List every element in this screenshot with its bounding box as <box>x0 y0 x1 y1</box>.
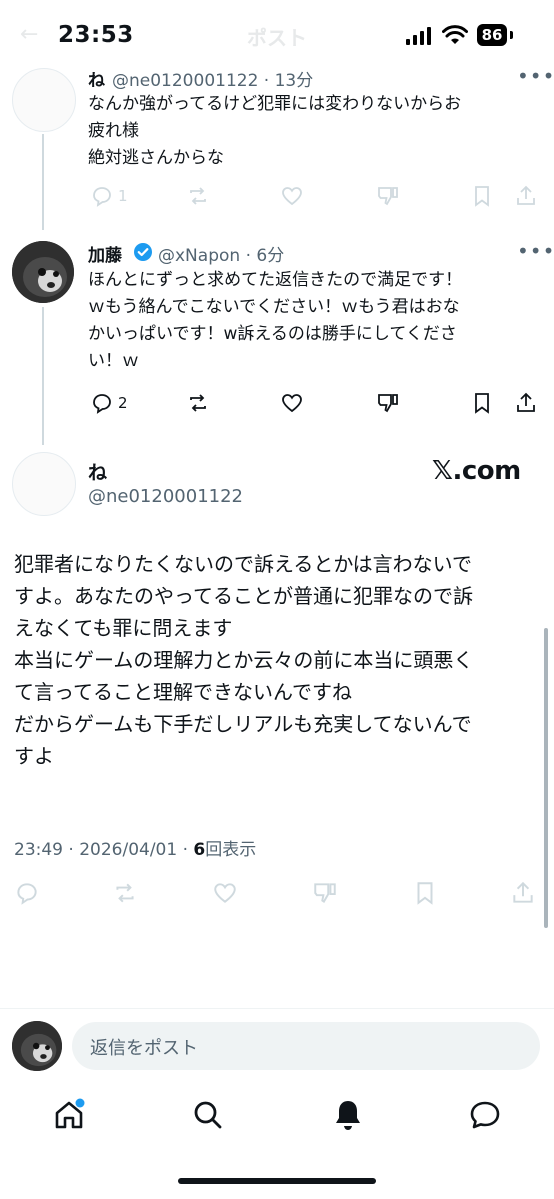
reply-count: 2 <box>118 394 128 412</box>
battery-cap <box>510 31 513 39</box>
more-icon[interactable]: ••• <box>517 239 554 263</box>
avatar[interactable] <box>12 241 74 303</box>
home-icon[interactable] <box>52 1098 86 1132</box>
author-handle[interactable]: @ne0120001122 <box>88 486 243 507</box>
dislike-icon[interactable] <box>376 391 400 415</box>
reply-count: 1 <box>118 187 128 205</box>
repost-icon[interactable] <box>112 880 138 906</box>
post-text: 犯罪者になりたくないので訴えるとかは言わないで すよ。あなたのやってることが普通… <box>14 552 474 768</box>
reply-placeholder: 返信をポスト <box>90 1038 198 1059</box>
wifi-icon <box>442 25 468 44</box>
tweet-text: なんか強がってるけど犯罪には変わりないからお 疲れ様 絶対逃さんからな <box>88 94 462 168</box>
like-icon[interactable] <box>280 391 304 415</box>
dislike-icon[interactable] <box>376 184 400 208</box>
share-icon[interactable] <box>514 184 538 208</box>
thread-line <box>42 307 44 445</box>
like-icon[interactable] <box>212 880 238 906</box>
author-handle-time[interactable]: @xNapon · 6分 <box>158 241 284 266</box>
repost-icon[interactable] <box>186 184 210 208</box>
tweet-text: ほんとにずっと求めてた返信きたので満足です！ ｗもう絡んでこないでください！ｗも… <box>88 270 463 371</box>
divider <box>0 1008 554 1009</box>
share-icon[interactable] <box>514 391 538 415</box>
views-label: 回表示 <box>205 840 257 860</box>
share-icon[interactable] <box>510 880 536 906</box>
post-meta: 23:49 · 2026/04/01 · 6回表示 <box>14 835 256 860</box>
dislike-icon[interactable] <box>312 880 338 906</box>
author-handle-time[interactable]: @ne0120001122 · 13分 <box>112 66 313 91</box>
bookmark-icon[interactable] <box>470 184 494 208</box>
bookmark-icon[interactable] <box>470 391 494 415</box>
reply-icon[interactable] <box>14 880 40 906</box>
notifications-icon[interactable] <box>332 1098 364 1132</box>
author-name[interactable]: ね <box>88 66 105 91</box>
author-name[interactable]: ね <box>88 458 107 485</box>
avatar[interactable] <box>12 452 76 516</box>
thread-line <box>42 134 44 230</box>
views-count: 6 <box>193 840 206 860</box>
like-icon[interactable] <box>280 184 304 208</box>
reply-icon[interactable] <box>90 391 114 415</box>
bookmark-icon[interactable] <box>412 880 438 906</box>
messages-icon[interactable] <box>468 1099 502 1131</box>
avatar[interactable] <box>12 68 76 132</box>
home-indicator <box>178 1178 376 1184</box>
x-com-logo: 𝕏.com <box>432 456 521 486</box>
battery-indicator: 86 <box>477 24 507 46</box>
author-name[interactable]: 加藤 <box>88 241 122 266</box>
repost-icon[interactable] <box>186 391 210 415</box>
post-timestamp[interactable]: 23:49 · 2026/04/01 · <box>14 840 193 860</box>
verified-badge-icon <box>134 243 152 261</box>
my-avatar[interactable] <box>12 1021 62 1071</box>
scrollbar[interactable] <box>544 628 548 928</box>
signal-icon <box>406 27 431 45</box>
status-bar: ← ポスト 23:53 86 <box>0 0 554 58</box>
search-icon[interactable] <box>192 1099 224 1131</box>
more-icon[interactable]: ••• <box>517 64 554 88</box>
status-time: 23:53 <box>58 22 134 48</box>
reply-icon[interactable] <box>90 184 114 208</box>
